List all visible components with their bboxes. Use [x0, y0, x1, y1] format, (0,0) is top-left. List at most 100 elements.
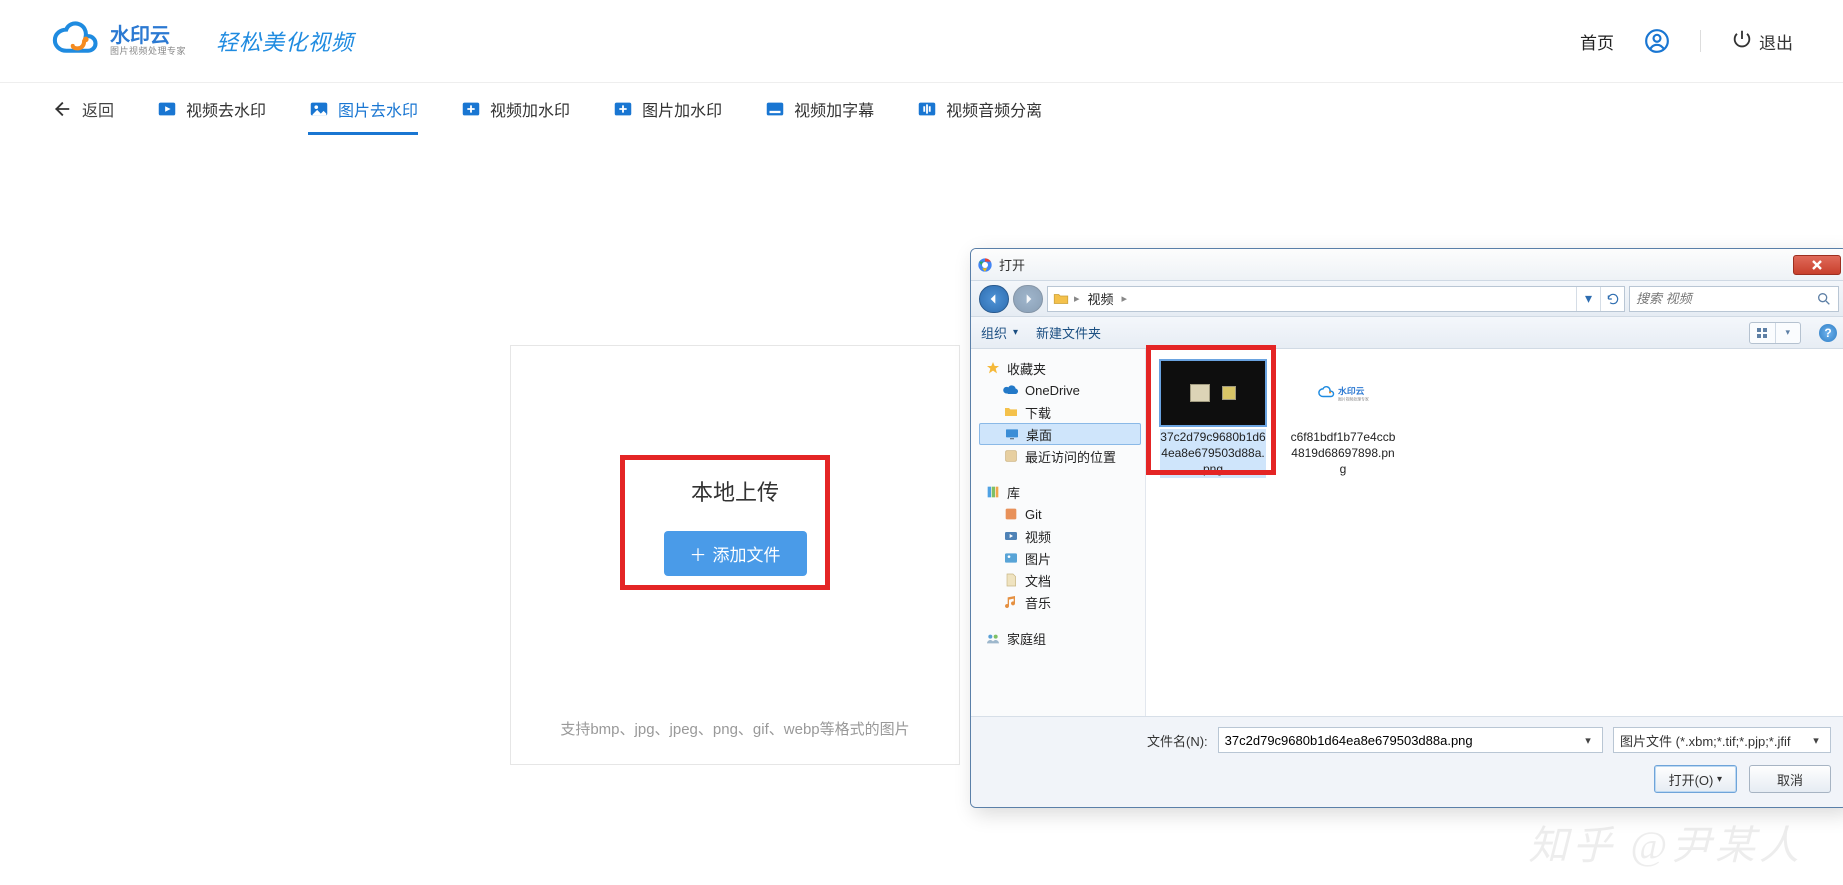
folder-icon: [1052, 290, 1070, 308]
tab-video-add-watermark[interactable]: 视频加水印: [460, 83, 570, 134]
cloud-icon: [1003, 382, 1019, 398]
help-button[interactable]: ?: [1819, 324, 1837, 342]
tree-onedrive[interactable]: OneDrive: [979, 379, 1141, 401]
breadcrumb-dropdown[interactable]: ▾: [1576, 287, 1600, 311]
filename-label: 文件名(N):: [1147, 731, 1208, 750]
tab-image-add-watermark[interactable]: 图片加水印: [612, 83, 722, 134]
tree-label: 文档: [1025, 571, 1051, 590]
nav-home[interactable]: 首页: [1580, 29, 1614, 54]
tab-video-add-subtitle[interactable]: 视频加字幕: [764, 83, 874, 134]
open-button[interactable]: 打开(O) ▾: [1654, 765, 1737, 793]
open-label: 打开(O): [1669, 770, 1714, 789]
filetype-combobox[interactable]: 图片文件 (*.xbm;*.tif;*.pjp;*.jfif ▾: [1613, 727, 1831, 753]
tree-desktop[interactable]: 桌面: [979, 423, 1141, 445]
view-mode-switch[interactable]: ▾: [1749, 322, 1801, 344]
tree-label: Git: [1025, 507, 1042, 522]
nav-forward-button[interactable]: [1013, 285, 1043, 313]
file-name: c6f81bdf1b77e4ccb4819d68697898.png: [1290, 429, 1396, 478]
image-icon: [308, 98, 330, 120]
videos-icon: [1003, 528, 1019, 544]
refresh-button[interactable]: [1600, 287, 1624, 311]
thumb-preview-icon: 水印云图片视频处理专家: [1291, 361, 1395, 425]
video-plus-icon: [460, 98, 482, 120]
search-input[interactable]: [1636, 291, 1816, 306]
cancel-button[interactable]: 取消: [1749, 765, 1831, 793]
back-label: 返回: [82, 97, 114, 121]
tree-pictures[interactable]: 图片: [979, 547, 1141, 569]
tree-label: 最近访问的位置: [1025, 447, 1116, 466]
tree-homegroup[interactable]: 家庭组: [979, 627, 1141, 649]
tree-favorites[interactable]: 收藏夹: [979, 357, 1141, 379]
back-button[interactable]: 返回: [50, 97, 114, 121]
file-open-dialog: 打开 ▸ 视频 ▸ ▾ 组织 新建文件夹: [970, 248, 1843, 808]
thumb-preview-icon: [1161, 361, 1265, 425]
tab-label: 视频音频分离: [946, 97, 1042, 121]
brand-text: 水印云 图片视频处理专家: [110, 25, 186, 57]
brand-mark-icon: [50, 21, 102, 61]
pictures-icon: [1003, 550, 1019, 566]
upload-card: 本地上传 ＋ 添加文件 支持bmp、jpg、jpeg、png、gif、webp等…: [510, 345, 960, 765]
video-icon: [156, 98, 178, 120]
tree-label: 图片: [1025, 549, 1051, 568]
add-file-button[interactable]: ＋ 添加文件: [664, 531, 807, 576]
file-thumb-1[interactable]: 37c2d79c9680b1d64ea8e679503d88a.png: [1158, 361, 1268, 478]
brand-logo[interactable]: 水印云 图片视频处理专家: [50, 21, 186, 61]
recent-icon: [1003, 448, 1019, 464]
filename-input[interactable]: [1225, 733, 1580, 748]
filename-combobox[interactable]: ▾: [1218, 727, 1603, 753]
plus-icon: ＋: [690, 541, 707, 566]
dialog-close-button[interactable]: [1793, 255, 1841, 275]
breadcrumb[interactable]: ▸ 视频 ▸ ▾: [1047, 286, 1625, 312]
tree-label: 下载: [1025, 403, 1051, 422]
desktop-icon: [1004, 426, 1020, 442]
dialog-navbar: ▸ 视频 ▸ ▾: [971, 281, 1843, 317]
new-folder-button[interactable]: 新建文件夹: [1036, 323, 1101, 342]
page-watermark: 知乎 @尹某人: [1528, 813, 1803, 871]
chevron-down-icon[interactable]: ▾: [1580, 734, 1596, 747]
dialog-toolbar: 组织 新建文件夹 ▾ ?: [971, 317, 1843, 349]
power-icon: [1731, 28, 1753, 55]
tree-label: 视频: [1025, 527, 1051, 546]
tree-documents[interactable]: 文档: [979, 569, 1141, 591]
homegroup-icon: [985, 630, 1001, 646]
tab-video-remove-watermark[interactable]: 视频去水印: [156, 83, 266, 134]
tree-label: 家庭组: [1007, 629, 1046, 648]
library-icon: [985, 484, 1001, 500]
tree-label: 收藏夹: [1007, 359, 1046, 378]
app-header: 水印云 图片视频处理专家 轻松美化视频 首页 退出: [0, 0, 1843, 82]
filetype-value: 图片文件 (*.xbm;*.tif;*.pjp;*.jfif: [1620, 731, 1808, 750]
file-name: 37c2d79c9680b1d64ea8e679503d88a.png: [1160, 429, 1266, 478]
tree-libraries[interactable]: 库: [979, 481, 1141, 503]
music-icon: [1003, 594, 1019, 610]
tab-video-audio-separate[interactable]: 视频音频分离: [916, 83, 1042, 134]
audio-split-icon: [916, 98, 938, 120]
organize-button[interactable]: 组织: [981, 323, 1018, 342]
search-box[interactable]: [1629, 286, 1839, 312]
view-list-icon: [1750, 323, 1775, 343]
tool-tabbar: 返回 视频去水印 图片去水印 视频加水印 图片加水印 视频加字幕: [0, 82, 1843, 134]
chevron-down-icon[interactable]: ▾: [1808, 734, 1824, 747]
tab-image-remove-watermark[interactable]: 图片去水印: [308, 83, 418, 134]
tree-recent[interactable]: 最近访问的位置: [979, 445, 1141, 467]
dialog-footer: 文件名(N): ▾ 图片文件 (*.xbm;*.tif;*.pjp;*.jfif…: [971, 716, 1843, 807]
image-plus-icon: [612, 98, 634, 120]
download-folder-icon: [1003, 404, 1019, 420]
dialog-title: 打开: [999, 255, 1793, 274]
tab-label: 图片去水印: [338, 97, 418, 121]
search-icon: [1816, 291, 1832, 307]
logout-button[interactable]: 退出: [1731, 28, 1793, 55]
user-profile-icon[interactable]: [1644, 28, 1670, 54]
upload-hint: 支持bmp、jpg、jpeg、png、gif、webp等格式的图片: [511, 704, 959, 764]
subtitle-icon: [764, 98, 786, 120]
file-thumb-2[interactable]: 水印云图片视频处理专家 c6f81bdf1b77e4ccb4819d686978…: [1288, 361, 1398, 478]
tree-git[interactable]: Git: [979, 503, 1141, 525]
add-file-label: 添加文件: [713, 541, 781, 566]
nav-back-button[interactable]: [979, 285, 1009, 313]
file-list-pane: 37c2d79c9680b1d64ea8e679503d88a.png 水印云图…: [1146, 349, 1843, 716]
breadcrumb-item[interactable]: 视频: [1080, 287, 1122, 311]
tree-label: 音乐: [1025, 593, 1051, 612]
tree-downloads[interactable]: 下载: [979, 401, 1141, 423]
tree-music[interactable]: 音乐: [979, 591, 1141, 613]
tree-videos[interactable]: 视频: [979, 525, 1141, 547]
tab-label: 视频去水印: [186, 97, 266, 121]
